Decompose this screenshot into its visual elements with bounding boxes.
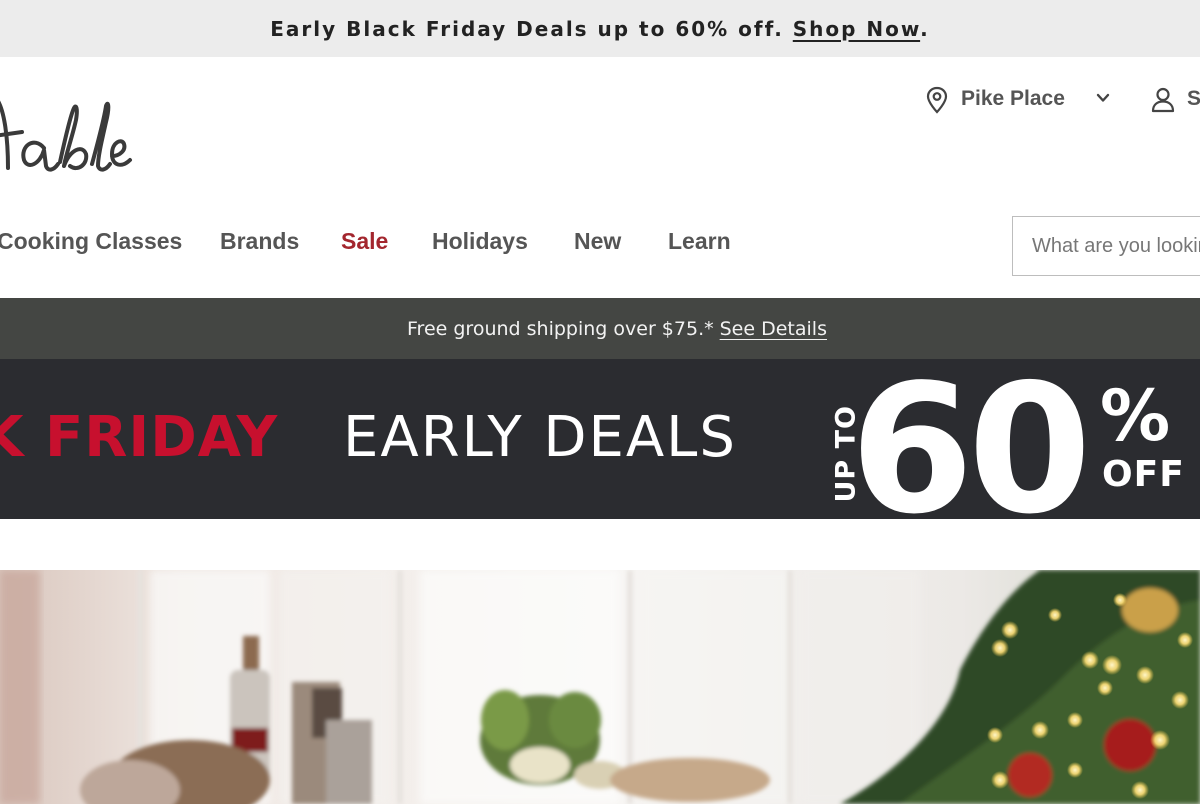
account-link[interactable]: S [1150, 84, 1200, 116]
store-name: Pike Place [961, 87, 1065, 110]
search-box [1012, 216, 1200, 276]
promo-bar: Early Black Friday Deals up to 60% off. … [0, 0, 1200, 57]
chevron-down-icon [1096, 93, 1110, 102]
see-details-link[interactable]: See Details [720, 318, 827, 340]
store-selector[interactable]: Pike Place [925, 84, 1115, 116]
promo-message: Early Black Friday Deals up to 60% off. [270, 16, 793, 41]
location-pin-icon [926, 86, 948, 114]
logo-script-graphic [0, 100, 132, 172]
shop-now-link[interactable]: Shop Now [793, 17, 920, 41]
account-label: S [1187, 87, 1200, 110]
banner-early-deals-text: EARLY DEALS [343, 405, 737, 470]
hero-holiday-image[interactable] [0, 570, 1200, 804]
nav-learn[interactable]: Learn [668, 228, 731, 255]
banner-discount-number: 60 [850, 359, 1092, 520]
banner-black-friday-text: CK FRIDAY [0, 405, 279, 470]
nav-cooking-classes[interactable]: Cooking Classes [0, 228, 182, 255]
shipping-message: Free ground shipping over $75.* [407, 317, 714, 340]
nav-new[interactable]: New [574, 228, 621, 255]
promo-text: Early Black Friday Deals up to 60% off. … [270, 17, 929, 41]
black-friday-banner[interactable]: CK FRIDAY EARLY DEALS UP TO 60 % OFF [0, 359, 1200, 519]
main-nav: Cooking Classes Brands Sale Holidays New… [0, 220, 760, 264]
site-logo[interactable]: table [0, 86, 140, 186]
shipping-bar: Free ground shipping over $75.* See Detai… [0, 298, 1200, 359]
nav-holidays[interactable]: Holidays [432, 228, 528, 255]
promo-period: . [920, 16, 930, 41]
banner-off-text: OFF [1102, 454, 1185, 495]
nav-brands[interactable]: Brands [220, 228, 299, 255]
banner-percent-sign: % [1100, 375, 1171, 457]
shipping-text: Free ground shipping over $75.* See Detai… [373, 318, 827, 340]
holiday-table-photo [0, 570, 1200, 804]
user-icon [1151, 87, 1175, 113]
nav-sale[interactable]: Sale [341, 228, 388, 255]
search-input[interactable] [1032, 217, 1200, 275]
